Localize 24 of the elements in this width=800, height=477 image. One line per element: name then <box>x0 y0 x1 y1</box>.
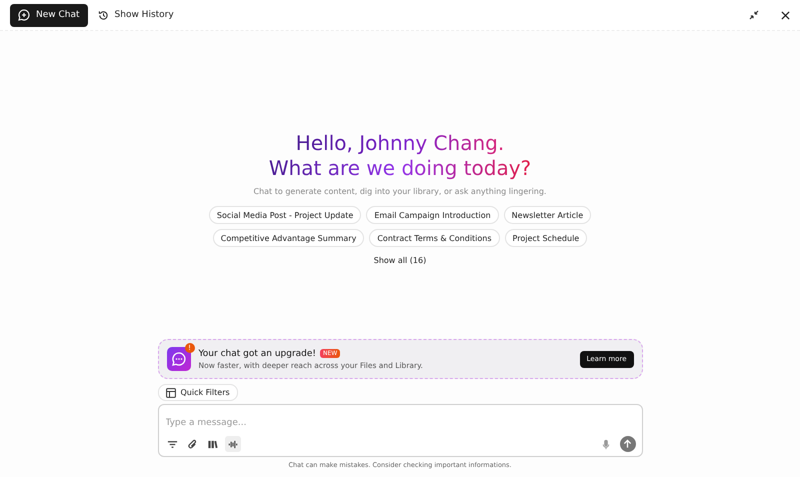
microphone-icon[interactable] <box>602 438 610 450</box>
suggestion-chip[interactable]: Competitive Advantage Summary <box>212 229 364 247</box>
message-field[interactable]: Type a message... <box>158 404 642 457</box>
layout-icon <box>166 388 176 398</box>
close-icon[interactable] <box>781 10 790 20</box>
message-input[interactable]: Type a message... <box>164 416 638 430</box>
chat-bubble-icon <box>166 347 190 371</box>
minimize-icon[interactable] <box>749 10 759 20</box>
send-button[interactable] <box>620 436 636 452</box>
show-all-link[interactable]: Show all (16) <box>368 255 432 266</box>
suggestion-chip[interactable]: Social Media Post - Project Update <box>208 206 362 224</box>
quick-filters-button[interactable]: Quick Filters <box>158 384 238 401</box>
history-icon <box>98 10 109 20</box>
waveform-icon[interactable] <box>224 436 240 452</box>
show-history-button[interactable]: Show History <box>98 10 174 20</box>
chat-plus-icon <box>18 9 30 21</box>
suggestion-chip[interactable]: Newsletter Article <box>504 206 592 224</box>
suggestion-chip[interactable]: Project Schedule <box>504 229 588 247</box>
new-chat-button[interactable]: New Chat <box>10 4 88 26</box>
greeting-subtitle: Chat to generate content, dig into your library, or ask anything lingering. <box>254 187 546 196</box>
suggestion-chip[interactable]: Contract Terms & Conditions <box>369 229 500 247</box>
arrow-up-icon <box>623 439 632 449</box>
suggestion-chip[interactable]: Email Campaign Introduction <box>366 206 499 224</box>
banner-title: Your chat got an upgrade! <box>198 348 316 358</box>
